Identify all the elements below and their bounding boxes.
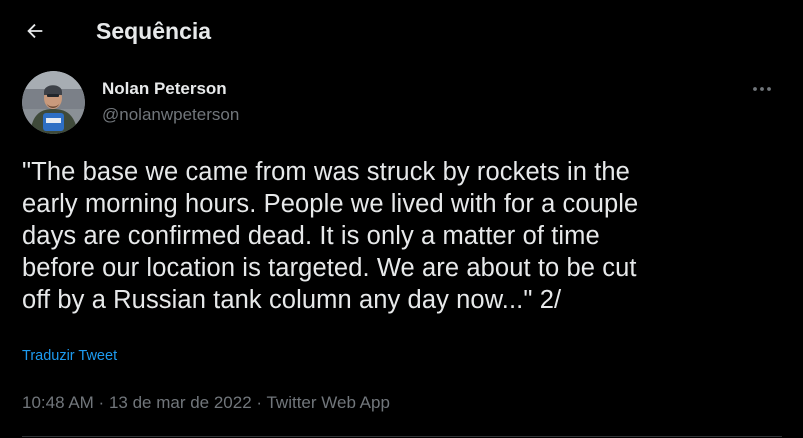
tweet-text: "The base we came from was struck by roc… bbox=[22, 158, 639, 314]
page-header: Sequência bbox=[0, 0, 803, 62]
avatar[interactable] bbox=[22, 71, 85, 134]
more-horizontal-icon bbox=[753, 87, 771, 91]
more-button[interactable] bbox=[744, 76, 780, 102]
meta-separator: · bbox=[251, 393, 267, 412]
tweet-time[interactable]: 10:48 AM bbox=[22, 393, 94, 412]
tweet-metadata: 10:48 AM · 13 de mar de 2022 · Twitter W… bbox=[22, 392, 390, 414]
back-button[interactable] bbox=[16, 12, 54, 50]
divider bbox=[22, 436, 782, 437]
author-handle[interactable]: @nolanwpeterson bbox=[102, 104, 239, 126]
tweet-date[interactable]: 13 de mar de 2022 bbox=[109, 393, 252, 412]
meta-separator: · bbox=[93, 393, 109, 412]
page-title: Sequência bbox=[96, 18, 212, 44]
arrow-left-icon bbox=[27, 23, 43, 39]
translate-tweet-link[interactable]: Traduzir Tweet bbox=[22, 347, 117, 365]
tweet-source: Twitter Web App bbox=[266, 393, 390, 412]
avatar-photo bbox=[22, 71, 85, 134]
author-name[interactable]: Nolan Peterson bbox=[102, 78, 227, 100]
